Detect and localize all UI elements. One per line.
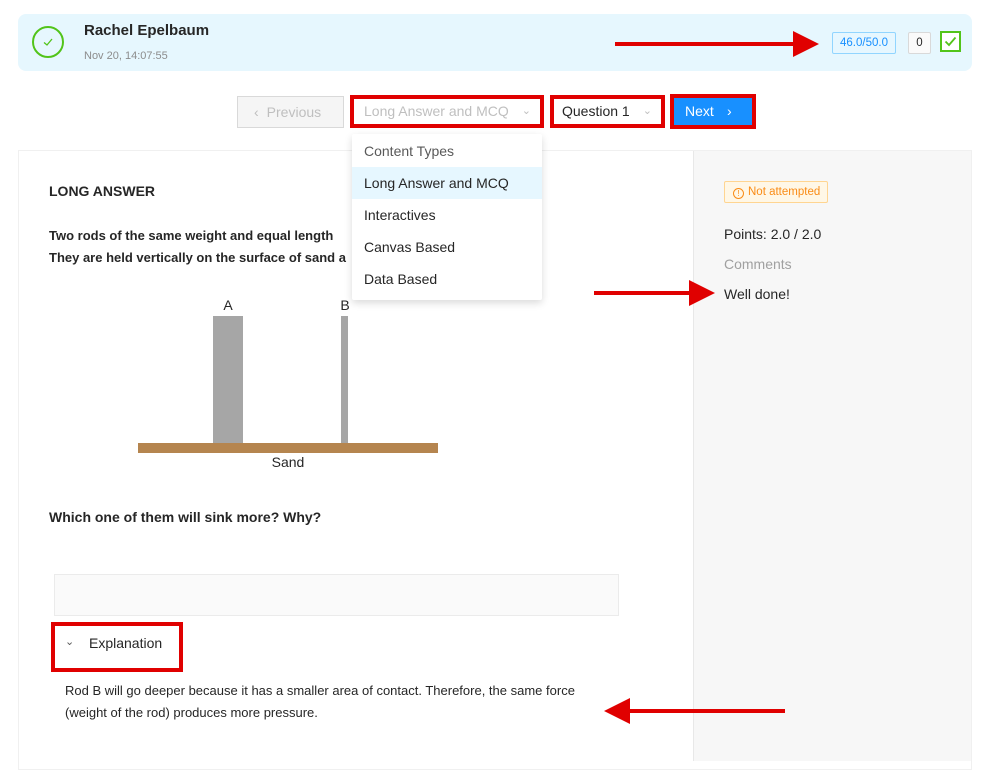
explanation-toggle[interactable]: ⌄ Explanation [57, 627, 178, 667]
dropdown-option-content-types[interactable]: Content Types [352, 135, 542, 167]
explanation-label: Explanation [89, 635, 163, 651]
grading-panel [693, 151, 971, 761]
comment-text: Well done! [724, 286, 790, 302]
dropdown-option-canvas-based[interactable]: Canvas Based [352, 231, 542, 263]
sand-label: Sand [272, 454, 305, 470]
previous-button[interactable]: ‹ Previous [237, 96, 344, 128]
dropdown-option-data-based[interactable]: Data Based [352, 263, 542, 295]
check-circle-icon [32, 26, 64, 58]
comments-label: Comments [724, 256, 792, 272]
chevron-down-icon: ⌄ [642, 105, 652, 117]
chevron-right-icon: › [727, 103, 732, 119]
annotation-arrow-shaft [615, 42, 795, 46]
chevron-down-icon: ⌄ [521, 105, 531, 117]
status-tag: ! Not attempted [724, 181, 829, 203]
chevron-left-icon: ‹ [254, 104, 259, 120]
score-badge: 46.0/50.0 [832, 32, 896, 54]
submission-timestamp: Nov 20, 14:07:55 [84, 50, 168, 62]
question-line-2: They are held vertically on the surface … [49, 250, 346, 265]
question-line-1: Two rods of the same weight and equal le… [49, 228, 334, 243]
status-label: Not attempted [748, 186, 821, 198]
annotation-arrow-head [793, 31, 819, 57]
explanation-text: Rod B will go deeper because it has a sm… [65, 683, 575, 720]
content-type-value: Long Answer and MCQ [364, 103, 509, 119]
rod-a-label: A [223, 297, 233, 313]
next-label: Next [685, 103, 714, 119]
question-value: Question 1 [562, 103, 630, 119]
dropdown-option-interactives[interactable]: Interactives [352, 199, 542, 231]
rod-b [341, 316, 348, 444]
rod-b-label: B [340, 297, 349, 313]
rod-a [213, 316, 243, 444]
annotation-arrow-head [604, 698, 630, 724]
submission-header: Rachel Epelbaum Nov 20, 14:07:55 46.0/50… [18, 14, 972, 71]
count-badge: 0 [908, 32, 931, 54]
student-name: Rachel Epelbaum [84, 22, 210, 39]
question-prompt: Which one of them will sink more? Why? [49, 509, 322, 525]
question-type-heading: LONG ANSWER [49, 183, 156, 199]
content-type-select[interactable]: Long Answer and MCQ ⌄ [354, 99, 540, 124]
rods-diagram: A B Sand [138, 297, 438, 470]
previous-label: Previous [266, 104, 322, 120]
chevron-down-icon: ⌄ [65, 636, 75, 648]
check-square-icon[interactable] [940, 31, 961, 52]
question-select[interactable]: Question 1 ⌄ [554, 99, 661, 124]
annotation-arrow-shaft [628, 709, 785, 713]
sand-surface [138, 443, 438, 453]
content-type-dropdown: Content Types Long Answer and MCQ Intera… [352, 134, 542, 300]
annotation-arrow-shaft [594, 291, 691, 295]
points-value: Points: 2.0 / 2.0 [724, 226, 822, 242]
info-circle-icon: ! [733, 188, 744, 199]
dropdown-option-long-answer[interactable]: Long Answer and MCQ [352, 167, 542, 199]
annotation-arrow-head [689, 280, 715, 306]
next-button[interactable]: Next › [674, 98, 752, 125]
answer-box[interactable] [54, 574, 619, 616]
